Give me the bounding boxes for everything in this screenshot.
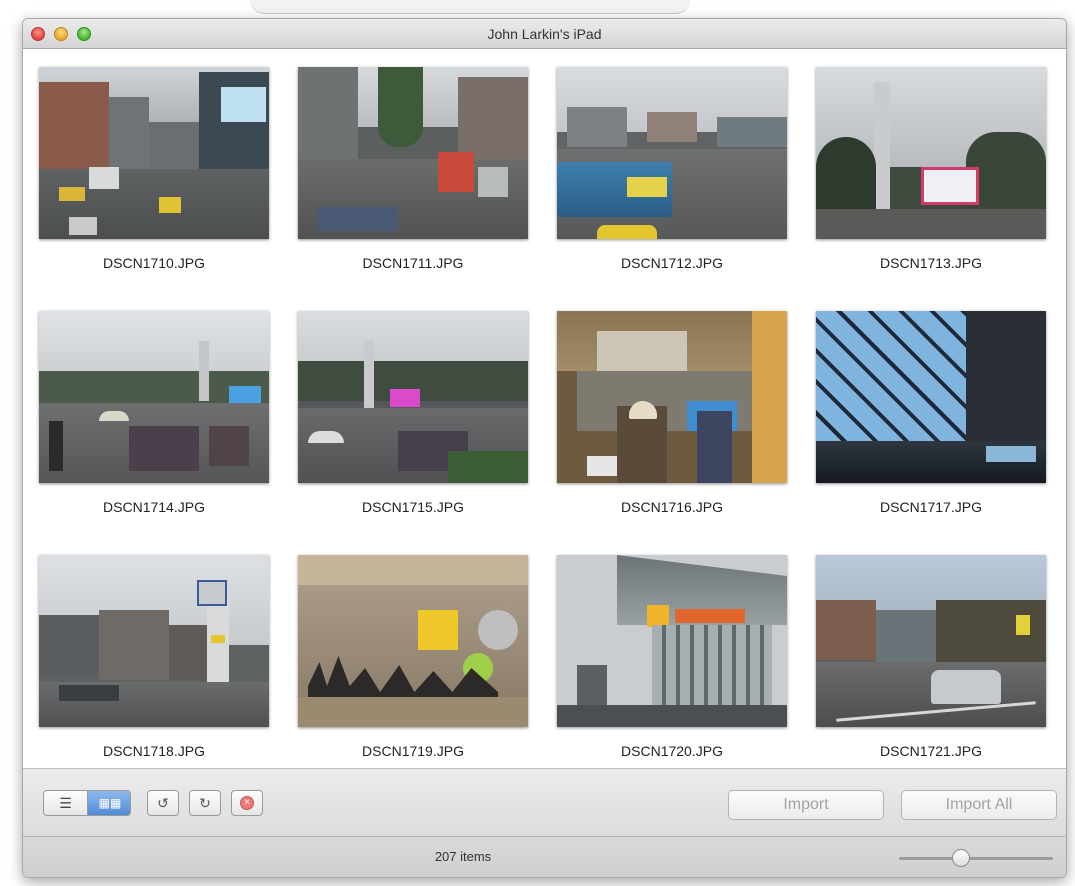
photo-thumbnail[interactable] — [298, 67, 528, 239]
view-mode-control[interactable]: ☰ ▦▦ — [43, 790, 131, 816]
image-capture-window: John Larkin's iPad DSCN1710.JPG DSCN1711… — [22, 18, 1067, 878]
photo-filename: DSCN1717.JPG — [880, 499, 982, 515]
photo-thumbnail[interactable] — [298, 311, 528, 483]
photo-thumbnail[interactable] — [557, 67, 787, 239]
photo-filename: DSCN1715.JPG — [362, 499, 464, 515]
photo-filename: DSCN1716.JPG — [621, 499, 723, 515]
photo-item[interactable]: DSCN1710.JPG — [39, 67, 269, 271]
photo-filename: DSCN1710.JPG — [103, 255, 205, 271]
photo-item[interactable]: DSCN1712.JPG — [557, 67, 787, 271]
photo-item[interactable]: DSCN1715.JPG — [298, 311, 528, 515]
photo-item[interactable]: DSCN1718.JPG — [39, 555, 269, 759]
photo-filename: DSCN1718.JPG — [103, 743, 205, 759]
item-count: 207 items — [434, 849, 492, 864]
background-window-edge — [250, 0, 690, 14]
rotate-right-icon: ↻ — [199, 794, 211, 811]
title-bar[interactable]: John Larkin's iPad — [23, 19, 1066, 49]
photo-filename: DSCN1713.JPG — [880, 255, 982, 271]
grid-view-button[interactable]: ▦▦ — [88, 791, 130, 815]
photo-item[interactable]: DSCN1721.JPG — [816, 555, 1046, 759]
thumbnail-size-slider-knob[interactable] — [951, 849, 970, 867]
list-icon: ☰ — [59, 794, 72, 811]
photo-item[interactable]: DSCN1719.JPG — [298, 555, 528, 759]
delete-button[interactable]: × — [231, 790, 263, 816]
delete-icon: × — [240, 796, 254, 810]
photo-item[interactable]: DSCN1720.JPG — [557, 555, 787, 759]
photo-filename: DSCN1712.JPG — [621, 255, 723, 271]
photo-item[interactable]: DSCN1716.JPG — [557, 311, 787, 515]
photo-thumbnail[interactable] — [39, 311, 269, 483]
photo-thumbnail[interactable] — [557, 555, 787, 727]
photo-item[interactable]: DSCN1717.JPG — [816, 311, 1046, 515]
photo-item[interactable]: DSCN1713.JPG — [816, 67, 1046, 271]
photo-item[interactable]: DSCN1714.JPG — [39, 311, 269, 515]
photo-thumbnail[interactable] — [816, 311, 1046, 483]
photo-filename: DSCN1714.JPG — [103, 499, 205, 515]
toolbar: ☰ ▦▦ ↺ ↻ × Import Import All — [23, 768, 1066, 836]
grid-icon: ▦▦ — [98, 796, 122, 810]
photo-filename: DSCN1711.JPG — [362, 255, 464, 271]
status-bar: 207 items — [23, 836, 1066, 877]
rotate-left-icon: ↺ — [157, 794, 169, 811]
photo-thumbnail[interactable] — [557, 311, 787, 483]
photo-thumbnail[interactable] — [298, 555, 528, 727]
window-title: John Larkin's iPad — [487, 26, 602, 42]
photo-filename: DSCN1719.JPG — [362, 743, 464, 759]
list-view-button[interactable]: ☰ — [44, 791, 88, 815]
photo-filename: DSCN1721.JPG — [880, 743, 982, 759]
photo-thumbnail[interactable] — [816, 555, 1046, 727]
photo-filename: DSCN1720.JPG — [621, 743, 723, 759]
rotate-right-button[interactable]: ↻ — [189, 790, 221, 816]
photo-thumbnail[interactable] — [39, 67, 269, 239]
thumbnail-size-slider[interactable] — [899, 857, 1053, 860]
import-button[interactable]: Import — [728, 790, 884, 820]
photo-thumbnail[interactable] — [39, 555, 269, 727]
rotate-left-button[interactable]: ↺ — [147, 790, 179, 816]
import-all-button[interactable]: Import All — [901, 790, 1057, 820]
photo-item[interactable]: DSCN1711.JPG — [298, 67, 528, 271]
photo-thumbnail[interactable] — [816, 67, 1046, 239]
photo-grid[interactable]: DSCN1710.JPG DSCN1711.JPG DSCN1712.JPG D… — [23, 50, 1066, 768]
